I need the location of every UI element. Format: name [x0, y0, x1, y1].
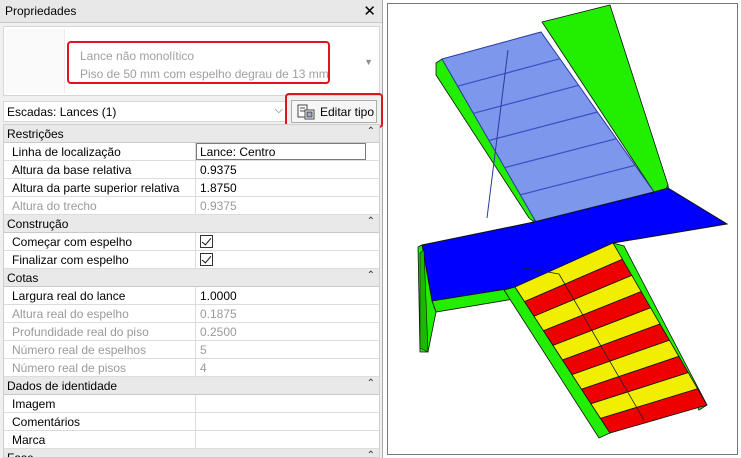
category-label: Fase — [7, 451, 34, 458]
property-row: Profundidade real do piso 0.2500 — [4, 323, 379, 341]
category-label: Dados de identidade — [7, 379, 118, 393]
property-label: Imagem — [12, 397, 56, 411]
collapse-icon[interactable]: ⌃ — [367, 126, 375, 137]
property-label: Altura da parte superior relativa — [12, 181, 180, 195]
property-row[interactable]: Imagem — [4, 395, 379, 413]
collapse-icon[interactable]: ⌃ — [367, 450, 375, 457]
property-row[interactable]: Começar com espelho — [4, 233, 379, 251]
column-divider — [195, 323, 196, 340]
column-divider — [195, 197, 196, 214]
checkbox[interactable] — [200, 253, 213, 266]
column-divider — [195, 251, 196, 268]
property-row[interactable]: Linha de localização Lance: Centro — [4, 143, 379, 161]
column-divider — [195, 305, 196, 322]
property-value: 0.2500 — [200, 325, 237, 339]
column-divider — [195, 179, 196, 196]
property-row[interactable]: Marca — [4, 431, 379, 449]
category-header[interactable]: Construção ⌃ — [4, 215, 379, 233]
column-divider — [195, 395, 196, 412]
property-label: Finalizar com espelho — [12, 253, 129, 267]
property-row[interactable]: Comentários — [4, 413, 379, 431]
property-value: 5 — [200, 343, 207, 357]
property-label: Número real de espelhos — [12, 343, 147, 357]
property-value[interactable]: 1.0000 — [200, 289, 237, 303]
property-row: Número real de espelhos 5 — [4, 341, 379, 359]
property-row: Altura do trecho 0.9375 — [4, 197, 379, 215]
property-label: Linha de localização — [12, 145, 121, 159]
property-value: Lance: Centro — [200, 145, 276, 159]
property-label: Largura real do lance — [12, 289, 126, 303]
property-label: Comentários — [12, 415, 81, 429]
category-header[interactable]: Fase ⌃ — [4, 449, 379, 458]
collapse-icon[interactable]: ⌃ — [367, 216, 375, 227]
stair-3d-model — [417, 4, 729, 439]
property-label: Profundidade real do piso — [12, 325, 149, 339]
column-divider — [195, 287, 196, 304]
category-label: Restrições — [7, 127, 64, 141]
checkbox[interactable] — [200, 235, 213, 248]
property-label: Marca — [12, 433, 46, 447]
3d-viewport[interactable] — [384, 0, 741, 458]
column-divider — [195, 431, 196, 448]
property-value[interactable]: 0.9375 — [200, 163, 237, 177]
property-label: Número real de pisos — [12, 361, 127, 375]
property-label: Altura da base relativa — [12, 163, 132, 177]
property-value-field[interactable]: Lance: Centro — [196, 143, 366, 160]
category-label: Cotas — [7, 271, 39, 285]
close-icon[interactable]: ✕ — [363, 2, 376, 20]
column-divider — [195, 359, 196, 376]
property-label: Altura real do espelho — [12, 307, 129, 321]
property-row: Altura real do espelho 0.1875 — [4, 305, 379, 323]
category-header[interactable]: Cotas ⌃ — [4, 269, 379, 287]
column-divider — [195, 341, 196, 358]
category-label: Construção — [7, 217, 69, 231]
property-label: Começar com espelho — [12, 235, 133, 249]
property-value[interactable]: 1.8750 — [200, 181, 237, 195]
property-row[interactable]: Altura da parte superior relativa 1.8750 — [4, 179, 379, 197]
edit-type-highlight — [285, 93, 383, 128]
chevron-down-icon: ⌵ — [274, 104, 283, 116]
type-name-highlight — [67, 41, 330, 84]
panel-titlebar: Propriedades ✕ — [0, 0, 382, 23]
properties-grid: Restrições ⌃ Linha de localização Lance: Ce… — [3, 124, 380, 458]
property-row[interactable]: Finalizar com espelho — [4, 251, 379, 269]
column-divider — [195, 413, 196, 430]
dropdown-arrow-icon[interactable]: ▼ — [364, 57, 373, 67]
properties-panel: Propriedades ✕ Lance não monolítico Piso… — [0, 0, 383, 458]
property-value: 4 — [200, 361, 207, 375]
column-divider — [195, 233, 196, 250]
collapse-icon[interactable]: ⌃ — [367, 378, 375, 389]
category-header[interactable]: Dados de identidade ⌃ — [4, 377, 379, 395]
type-preview-thumbnail — [6, 29, 65, 93]
panel-title: Propriedades — [5, 4, 77, 18]
property-row: Número real de pisos 4 — [4, 359, 379, 377]
property-value: 0.9375 — [200, 199, 237, 213]
property-row[interactable]: Largura real do lance 1.0000 — [4, 287, 379, 305]
category-header[interactable]: Restrições ⌃ — [4, 125, 379, 143]
column-divider — [195, 161, 196, 178]
property-value: 0.1875 — [200, 307, 237, 321]
instance-filter-dropdown[interactable]: Escadas: Lances (1) ⌵ — [3, 101, 287, 122]
property-row[interactable]: Altura da base relativa 0.9375 — [4, 161, 379, 179]
property-label: Altura do trecho — [12, 199, 97, 213]
instance-filter-label: Escadas: Lances (1) — [7, 105, 117, 119]
collapse-icon[interactable]: ⌃ — [367, 270, 375, 281]
